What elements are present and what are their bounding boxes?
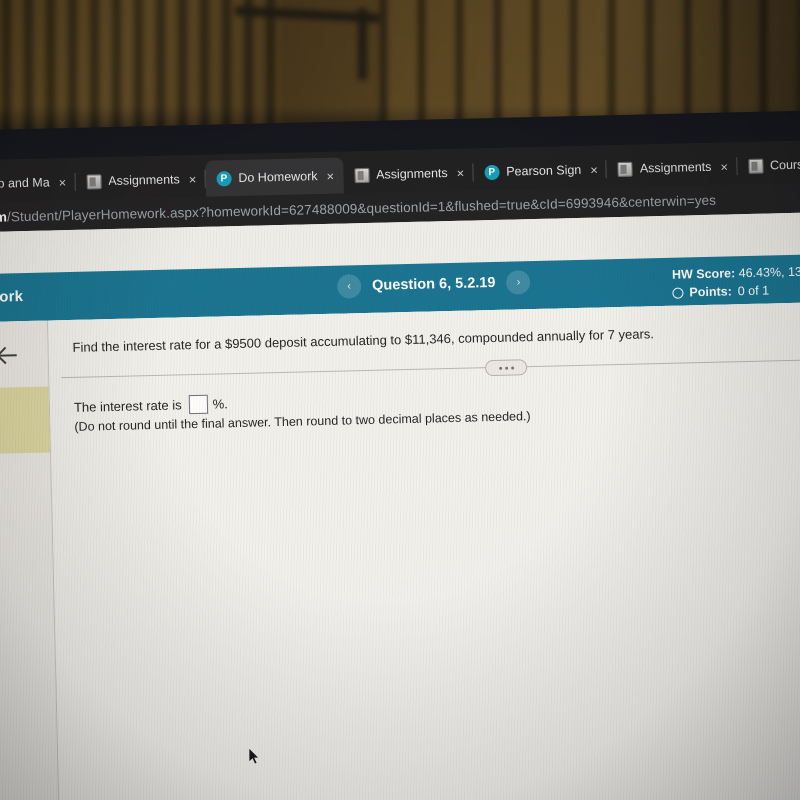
browser-tab-4[interactable]: P Pearson Sign × [473, 151, 608, 190]
document-icon [86, 173, 102, 190]
next-question-button[interactable]: › [506, 270, 531, 295]
tab-label: Pearson Sign [506, 162, 582, 179]
close-icon[interactable]: × [590, 162, 598, 177]
score-panel: HW Score: 46.43%, 13 of 2 Points: 0 of 1 [672, 263, 800, 301]
hw-score-label: HW Score: [671, 266, 736, 282]
document-icon [747, 158, 764, 174]
photographed-screen: Lab and Ma × Assignments × P Do Homework… [0, 0, 800, 800]
browser-tab-0[interactable]: Lab and Ma × [0, 164, 76, 203]
answer-suffix: %. [212, 396, 228, 412]
points-label: Points: [689, 284, 732, 300]
close-icon[interactable]: × [326, 168, 334, 183]
tab-label: Course Home [769, 157, 800, 173]
hw-score-value: 46.43%, 13 of 2 [738, 264, 800, 281]
browser-tab-5[interactable]: Assignments × [606, 148, 738, 187]
answer-line: The interest rate is %. [74, 394, 228, 417]
document-icon [353, 167, 370, 183]
tab-label: Lab and Ma [0, 175, 50, 191]
resize-handle[interactable] [484, 359, 528, 377]
close-icon[interactable]: × [720, 159, 728, 174]
tab-label: Assignments [108, 172, 180, 189]
question-prompt: Find the interest rate for a $9500 depos… [72, 326, 655, 355]
page-title: mework [0, 288, 24, 307]
handle-dot [510, 366, 514, 370]
points-row: Points: 0 of 1 [672, 281, 800, 301]
close-icon[interactable]: × [456, 165, 464, 180]
close-icon[interactable]: × [189, 171, 197, 186]
tab-label: Assignments [375, 166, 448, 182]
browser-tab-2-active[interactable]: P Do Homework × [204, 157, 344, 197]
handle-dot [498, 366, 502, 370]
tab-label: Assignments [639, 159, 712, 176]
hw-score-row: HW Score: 46.43%, 13 of 2 [672, 263, 800, 283]
pearson-icon: P [216, 170, 232, 186]
close-icon[interactable]: × [59, 175, 67, 190]
window-blinds [0, 0, 280, 140]
question-label: Question 6, 5.2.19 [372, 274, 496, 294]
tab-label: Do Homework [238, 169, 318, 185]
browser-tab-3[interactable]: Assignments × [343, 154, 474, 193]
content-divider [61, 358, 800, 379]
question-content: Find the interest rate for a $9500 depos… [47, 301, 800, 800]
points-circle-icon [672, 287, 684, 299]
handle-dot [504, 366, 508, 370]
answer-prefix: The interest rate is [73, 397, 182, 415]
points-value: 0 of 1 [737, 283, 770, 299]
browser-tab-6[interactable]: Course Home [737, 145, 800, 184]
rail-post [358, 8, 367, 80]
browser-tab-1[interactable]: Assignments × [75, 161, 206, 200]
web-page: mework ‹ Question 6, 5.2.19 › HW Score: … [0, 211, 800, 800]
question-navigation: ‹ Question 6, 5.2.19 › [336, 270, 531, 299]
rail-highlight-block [0, 386, 51, 455]
answer-input[interactable] [188, 394, 208, 415]
collapse-left-icon[interactable] [0, 343, 21, 368]
pearson-icon: P [484, 164, 500, 180]
monitor-screen: Lab and Ma × Assignments × P Do Homework… [0, 139, 800, 800]
homework-body: Find the interest rate for a $9500 depos… [0, 301, 800, 800]
previous-question-button[interactable]: ‹ [336, 274, 362, 299]
document-icon [617, 161, 634, 177]
